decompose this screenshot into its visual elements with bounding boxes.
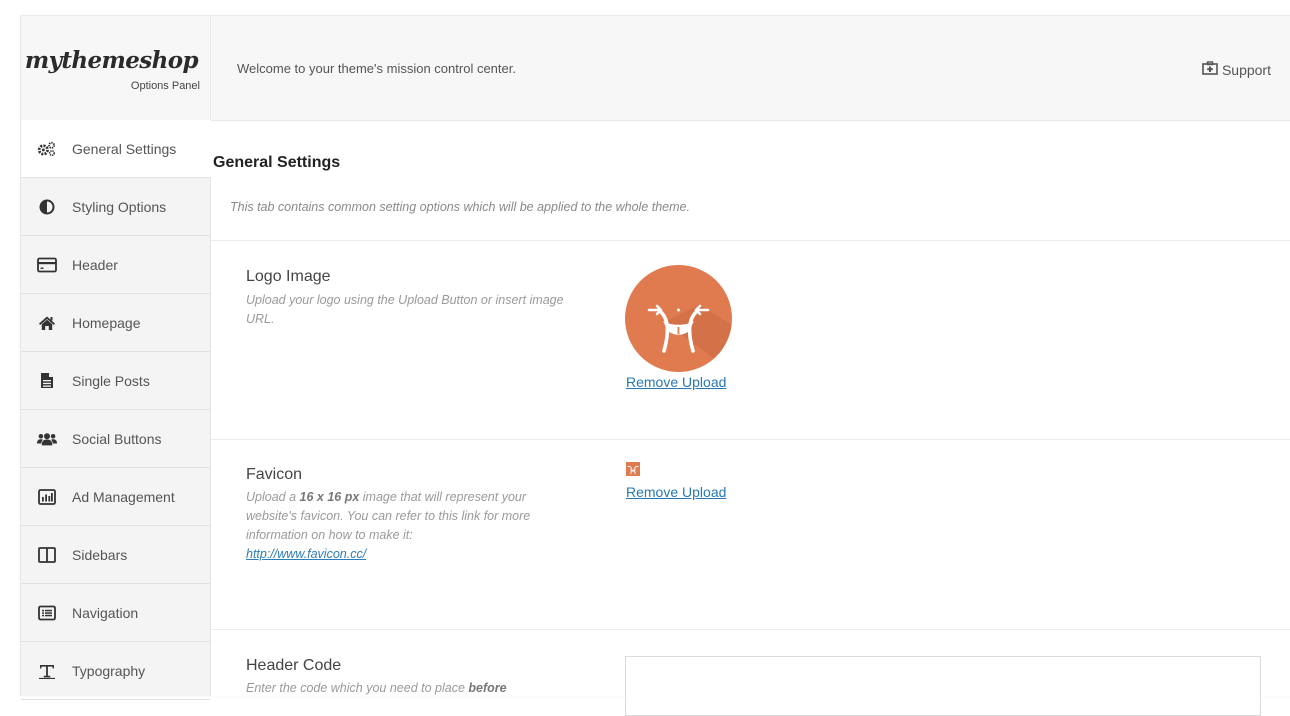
- logo-image-section: Logo Image Upload your logo using the Up…: [211, 240, 1290, 440]
- sidebar-item-label: Sidebars: [72, 546, 128, 563]
- logo-remove-upload-link[interactable]: Remove Upload: [626, 374, 726, 390]
- header-code-textarea[interactable]: [625, 656, 1261, 716]
- support-label: Support: [1221, 61, 1271, 78]
- sidebar-item-header[interactable]: Header: [21, 236, 210, 294]
- home-icon: [37, 313, 57, 333]
- sidebar-item-sidebars[interactable]: Sidebars: [21, 526, 210, 584]
- sidebar-item-label: General Settings: [72, 140, 177, 157]
- header-code-section: Header Code Enter the code which you nee…: [211, 629, 1290, 716]
- logo-image-title: Logo Image: [246, 268, 331, 285]
- favicon-title: Favicon: [246, 466, 303, 483]
- favicon-preview-image: [626, 462, 640, 476]
- options-panel: mythemeshop Options Panel Welcome to you…: [20, 15, 1290, 716]
- sidebar-item-ad-management[interactable]: Ad Management: [21, 468, 210, 526]
- page-title: General Settings: [213, 154, 341, 171]
- sidebar-item-single-posts[interactable]: Single Posts: [21, 352, 210, 410]
- header-layout-icon: [37, 255, 57, 275]
- sidebar-item-navigation[interactable]: Navigation: [21, 584, 210, 642]
- main-content: General Settings This tab contains commo…: [211, 120, 1290, 716]
- header-code-title: Header Code: [246, 657, 342, 674]
- brand-subtitle: Options Panel: [130, 80, 200, 92]
- sidebar-item-label: Single Posts: [72, 372, 150, 389]
- sidebar-item-social-buttons[interactable]: Social Buttons: [21, 410, 210, 468]
- favicon-section: Favicon Upload a 16 x 16 px image that w…: [211, 439, 1290, 630]
- sidebar-item-label: Social Buttons: [72, 430, 162, 447]
- brand-logo: mythemeshop Options Panel: [21, 16, 211, 120]
- text-icon: [37, 661, 57, 681]
- favicon-help-link[interactable]: http://www.favicon.cc/: [246, 547, 366, 561]
- support-kit-icon: [1202, 61, 1218, 78]
- sidebar-item-label: Styling Options: [72, 198, 167, 215]
- page-description: This tab contains common setting options…: [230, 200, 690, 214]
- header-code-description: Enter the code which you need to place b…: [246, 681, 507, 695]
- list-icon: [37, 603, 57, 623]
- bar-chart-icon: [37, 487, 57, 507]
- sidebar-item-label: Ad Management: [72, 488, 175, 505]
- sidebar-item-label: Header: [72, 256, 118, 273]
- contrast-icon: [37, 197, 57, 217]
- columns-icon: [37, 545, 57, 565]
- sidebar-item-general-settings[interactable]: General Settings: [21, 120, 211, 178]
- sidebar-item-typography[interactable]: Typography: [21, 642, 210, 700]
- sidebar-item-homepage[interactable]: Homepage: [21, 294, 210, 352]
- favicon-description: Upload a 16 x 16 px image that will repr…: [246, 490, 531, 561]
- sidebar-item-label: Typography: [72, 662, 146, 679]
- favicon-remove-upload-link[interactable]: Remove Upload: [626, 484, 726, 500]
- sidebar-item-label: Navigation: [72, 604, 139, 621]
- logo-preview-image: [625, 265, 732, 372]
- users-icon: [37, 429, 57, 449]
- favicon-size-highlight: 16 x 16 px: [299, 490, 360, 504]
- top-bar: mythemeshop Options Panel Welcome to you…: [21, 16, 1290, 121]
- logo-image-description: Upload your logo using the Upload Button…: [246, 293, 564, 326]
- brand-name: mythemeshop: [24, 47, 199, 74]
- sidebar-item-label: Homepage: [72, 314, 141, 331]
- document-icon: [37, 371, 57, 391]
- gears-icon: [37, 139, 57, 159]
- support-link[interactable]: Support: [1202, 61, 1271, 78]
- sidebar: General Settings Styling Options Header …: [21, 120, 211, 700]
- welcome-message: Welcome to your theme's mission control …: [237, 61, 516, 76]
- sidebar-item-styling-options[interactable]: Styling Options: [21, 178, 210, 236]
- header-code-bold-word: before: [468, 681, 507, 695]
